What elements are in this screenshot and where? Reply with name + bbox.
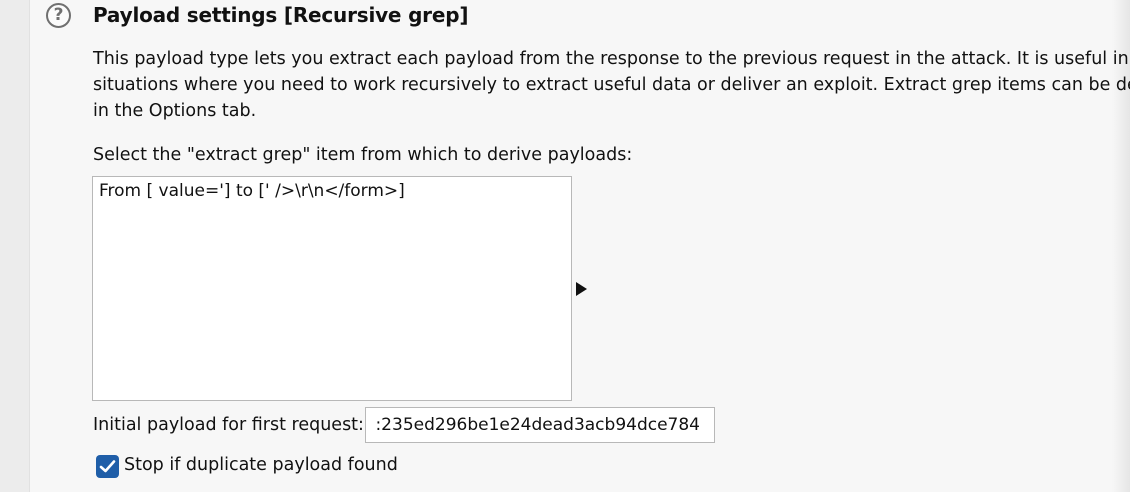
stop-duplicate-checkbox[interactable]: [96, 455, 119, 478]
initial-payload-label: Initial payload for first request:: [93, 415, 364, 435]
extract-grep-item[interactable]: From [ value='] to [' />\r\n</form>]: [99, 181, 405, 201]
play-arrow-icon: [576, 282, 587, 296]
left-panel-edge: [0, 0, 30, 492]
checkmark-icon: [99, 460, 116, 473]
help-icon[interactable]: ?: [46, 3, 71, 28]
extract-grep-label: Select the "extract grep" item from whic…: [93, 145, 633, 165]
extract-grep-list[interactable]: From [ value='] to [' />\r\n</form>]: [92, 176, 572, 401]
description-line: situations where you need to work recurs…: [93, 75, 1130, 95]
description-line: in the Options tab.: [93, 101, 257, 121]
stop-duplicate-label[interactable]: Stop if duplicate payload found: [124, 455, 398, 475]
initial-payload-input[interactable]: :235ed296be1e24dead3acb94dce784: [365, 407, 715, 443]
section-title: Payload settings [Recursive grep]: [93, 3, 469, 27]
description-line: This payload type lets you extract each …: [93, 49, 1130, 69]
section-description: This payload type lets you extract each …: [93, 46, 1130, 124]
initial-payload-value: :235ed296be1e24dead3acb94dce784: [375, 415, 700, 435]
